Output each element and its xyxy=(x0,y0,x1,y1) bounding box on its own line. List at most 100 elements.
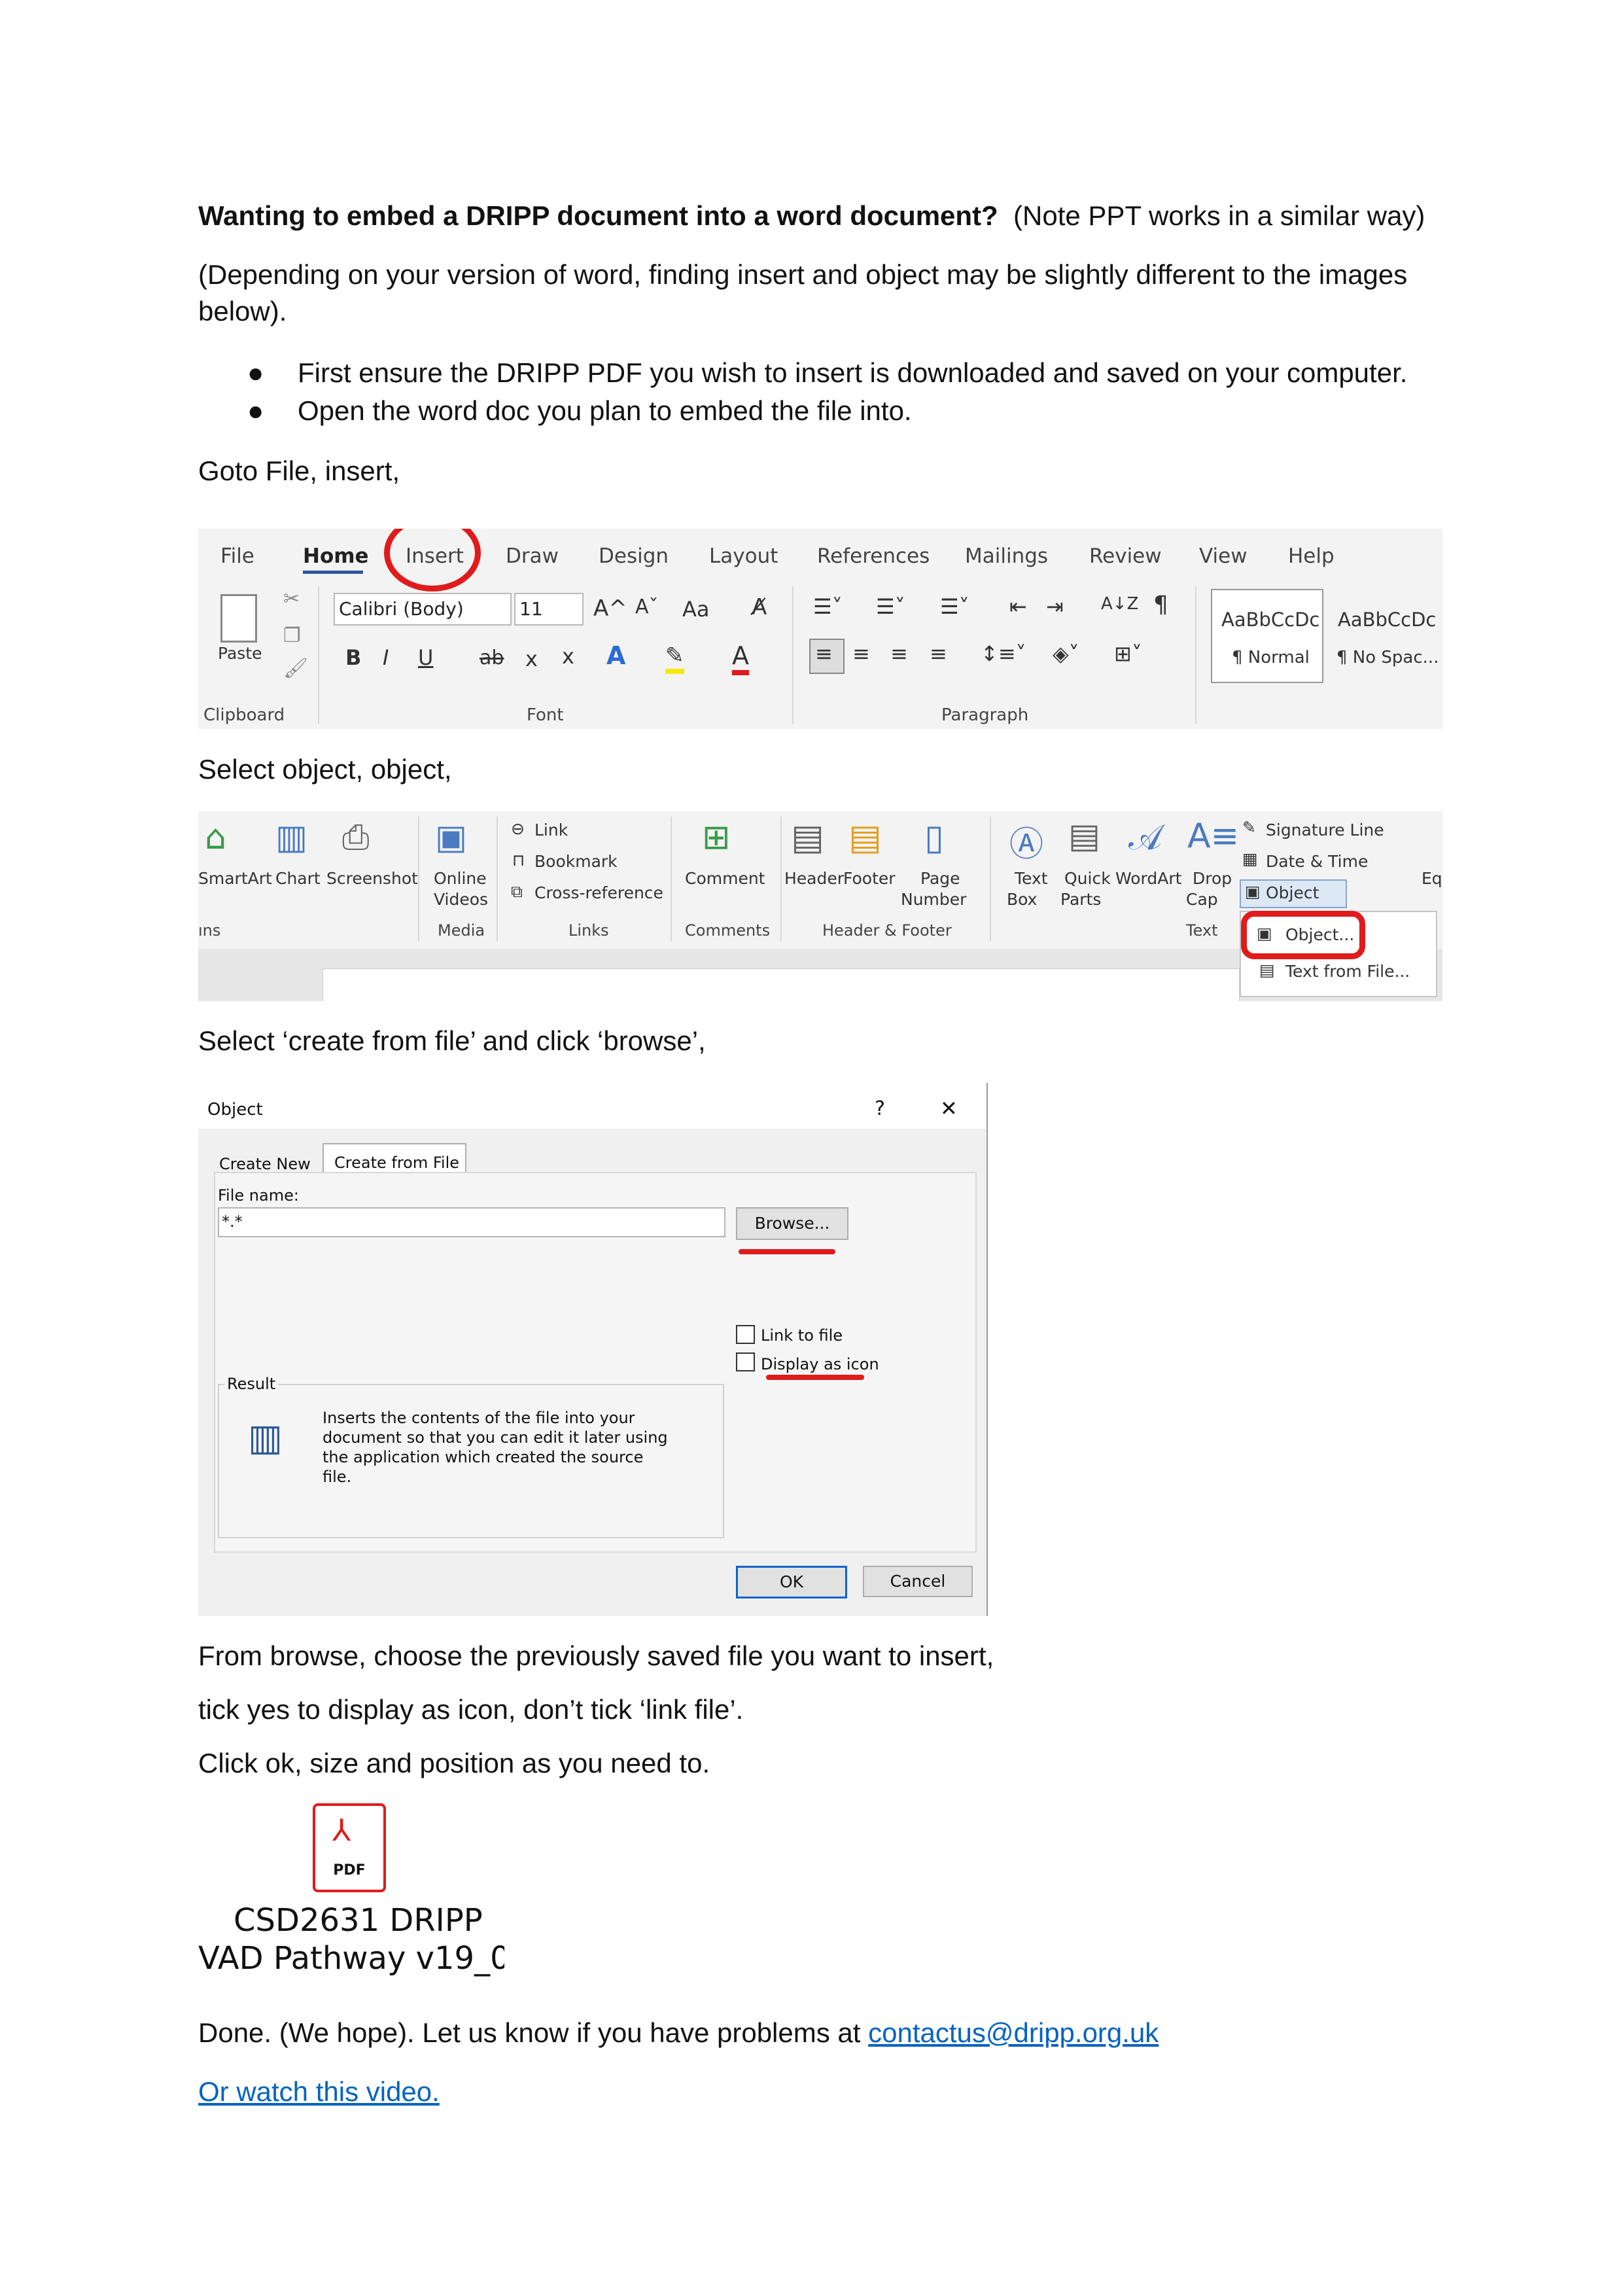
wordart-icon[interactable]: 𝒜 xyxy=(1128,817,1162,858)
datetime-icon[interactable]: ▦ xyxy=(1242,849,1258,868)
tab-review[interactable]: Review xyxy=(1089,544,1162,568)
clear-format-icon[interactable]: A̸ xyxy=(752,594,767,620)
multilevel-icon[interactable]: ☰˅ xyxy=(940,594,969,619)
tab-references[interactable]: References xyxy=(817,544,930,568)
pdf-file-icon[interactable]: ⅄ PDF xyxy=(313,1803,386,1892)
tab-help[interactable]: Help xyxy=(1288,544,1335,568)
bullets-icon[interactable]: ☰˅ xyxy=(813,594,843,619)
screenshot-icon[interactable]: ⎙ xyxy=(342,818,370,858)
sort-icon[interactable]: A↓Z xyxy=(1101,594,1138,614)
smartart-icon[interactable]: ⌂ xyxy=(205,818,226,857)
close-icon[interactable]: ✕ xyxy=(940,1096,958,1121)
justify-icon[interactable]: ≡ xyxy=(930,641,947,666)
header-icon[interactable]: ▤ xyxy=(791,817,824,858)
dropcap-icon[interactable]: A≡ xyxy=(1187,817,1239,856)
crossref-icon[interactable]: ⧉ xyxy=(511,882,523,902)
grow-font-icon[interactable]: A^ xyxy=(593,595,627,622)
display-as-icon-checkbox[interactable] xyxy=(736,1352,755,1371)
tab-view[interactable]: View xyxy=(1199,544,1248,568)
online-label-1[interactable]: Online xyxy=(434,869,487,888)
online-label-2[interactable]: Videos xyxy=(434,890,488,909)
comment-icon[interactable]: ⊞ xyxy=(702,818,731,857)
page-number-icon[interactable]: ▯ xyxy=(924,817,944,858)
textbox-label-1[interactable]: Text xyxy=(1015,869,1048,888)
underline-button[interactable]: U xyxy=(418,645,433,670)
tab-file[interactable]: File xyxy=(220,544,254,568)
tab-layout[interactable]: Layout xyxy=(709,544,778,568)
wordart-label[interactable]: WordArt xyxy=(1115,869,1181,888)
link-to-file-checkbox[interactable] xyxy=(736,1325,755,1344)
style-normal-tile[interactable] xyxy=(1211,589,1323,683)
equation-label[interactable]: Eq xyxy=(1422,869,1442,888)
file-name-input[interactable] xyxy=(218,1207,725,1237)
center-icon[interactable]: ≡ xyxy=(852,641,870,666)
dropcap-label-2[interactable]: Cap xyxy=(1186,890,1218,909)
video-link[interactable]: Or watch this video. xyxy=(198,2076,440,2107)
bold-button[interactable]: B xyxy=(345,645,361,670)
font-name-box[interactable]: Calibri (Body) xyxy=(334,593,512,626)
style-nospacing-sample[interactable]: AaBbCcDc xyxy=(1338,609,1436,631)
smartart-label[interactable]: SmartArt xyxy=(198,869,272,888)
highlight-color-icon[interactable]: ✎ xyxy=(665,643,684,674)
link-icon[interactable]: ⊖ xyxy=(511,819,525,838)
paste-icon[interactable] xyxy=(220,594,257,643)
quickparts-icon[interactable]: ▤ xyxy=(1068,817,1100,856)
font-size-box[interactable]: 11 xyxy=(514,593,584,626)
cancel-button[interactable]: Cancel xyxy=(863,1566,973,1597)
copy-icon[interactable]: ❐ xyxy=(283,624,301,647)
email-link[interactable]: contactus@dripp.org.uk xyxy=(868,2017,1159,2048)
align-right-icon[interactable]: ≡ xyxy=(890,641,908,666)
change-case-button[interactable]: Aa xyxy=(682,597,710,622)
numbering-icon[interactable]: ☰˅ xyxy=(876,594,905,619)
decrease-indent-icon[interactable]: ⇤ xyxy=(1009,594,1027,619)
textbox-label-2[interactable]: Box xyxy=(1007,890,1037,909)
tab-create-new[interactable]: Create New xyxy=(219,1155,311,1173)
tab-home[interactable]: Home xyxy=(303,544,369,568)
footer-icon[interactable]: ▤ xyxy=(848,817,882,858)
tab-mailings[interactable]: Mailings xyxy=(965,544,1048,568)
chart-label[interactable]: Chart xyxy=(275,869,321,888)
online-video-icon[interactable]: ▣ xyxy=(435,818,467,857)
shading-icon[interactable]: ◈˅ xyxy=(1053,641,1079,666)
tab-draw[interactable]: Draw xyxy=(506,544,559,568)
display-as-icon-label[interactable]: Display as icon xyxy=(761,1355,879,1373)
subscript-button[interactable]: x xyxy=(525,646,538,671)
font-color-icon[interactable]: A xyxy=(732,641,749,675)
bookmark-label[interactable]: Bookmark xyxy=(534,852,618,871)
ok-button[interactable]: OK xyxy=(736,1566,847,1598)
footer-label[interactable]: Footer xyxy=(843,869,896,888)
line-spacing-icon[interactable]: ↕≡˅ xyxy=(981,641,1026,666)
link-label[interactable]: Link xyxy=(534,821,568,839)
text-from-file-item[interactable]: Text from File... xyxy=(1285,962,1410,981)
quickparts-label-2[interactable]: Parts xyxy=(1060,890,1101,909)
help-icon[interactable]: ? xyxy=(875,1097,885,1120)
tab-design[interactable]: Design xyxy=(599,544,669,568)
comment-label[interactable]: Comment xyxy=(685,869,765,888)
increase-indent-icon[interactable]: ⇥ xyxy=(1046,594,1064,619)
show-marks-icon[interactable]: ¶ xyxy=(1153,592,1168,618)
link-to-file-label[interactable]: Link to file xyxy=(761,1326,843,1345)
page-label-1[interactable]: Page xyxy=(920,869,960,888)
text-effects-icon[interactable]: A xyxy=(606,641,625,670)
page-label-2[interactable]: Number xyxy=(901,890,966,909)
header-label[interactable]: Header xyxy=(784,869,844,888)
signature-icon[interactable]: ✎ xyxy=(1242,818,1256,837)
format-painter-icon[interactable]: 🖌 xyxy=(283,657,308,680)
dropcap-label-1[interactable]: Drop xyxy=(1193,869,1232,888)
superscript-button[interactable]: x xyxy=(562,644,574,669)
chart-icon[interactable]: ▥ xyxy=(275,818,307,857)
borders-icon[interactable]: ⊞˅ xyxy=(1114,641,1142,666)
cut-icon[interactable]: ✂ xyxy=(283,588,300,610)
browse-button[interactable]: Browse... xyxy=(736,1207,848,1240)
italic-button[interactable]: I xyxy=(383,645,389,670)
bookmark-icon[interactable]: ⊓ xyxy=(512,851,525,870)
crossref-label[interactable]: Cross-reference xyxy=(534,883,663,902)
paste-label[interactable]: Paste xyxy=(218,644,262,663)
quickparts-label-1[interactable]: Quick xyxy=(1064,869,1111,888)
shrink-font-icon[interactable]: Aˇ xyxy=(635,595,659,618)
datetime-label[interactable]: Date & Time xyxy=(1266,852,1368,871)
style-nospacing-name[interactable]: ¶ No Spac... xyxy=(1336,648,1439,667)
textbox-icon[interactable]: Ⓐ xyxy=(1009,817,1043,866)
signature-label[interactable]: Signature Line xyxy=(1266,821,1384,839)
strikethrough-button[interactable]: ab xyxy=(480,646,504,669)
